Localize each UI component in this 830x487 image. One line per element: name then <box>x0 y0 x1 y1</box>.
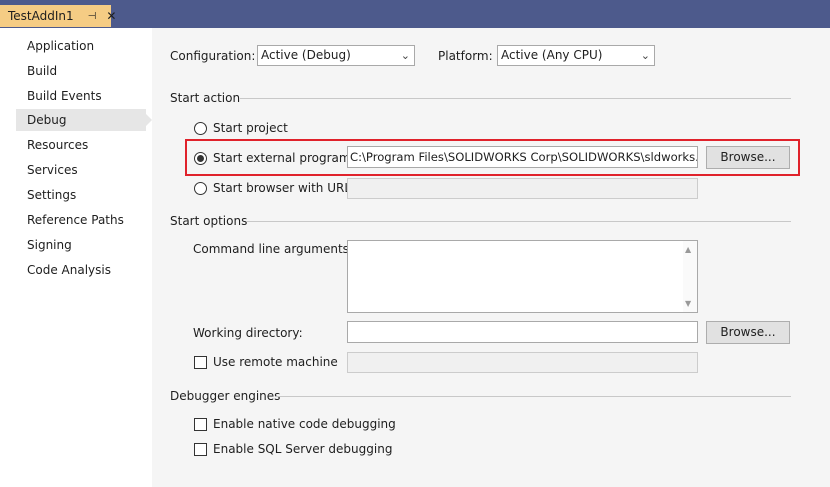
sidebar-item-signing[interactable]: Signing <box>16 234 146 256</box>
sidebar-item-label: Code Analysis <box>27 263 111 277</box>
sidebar-item-label: Services <box>27 163 78 177</box>
configuration-dropdown[interactable]: Active (Debug) ⌄ <box>257 45 415 66</box>
cmd-args-label: Command line arguments: <box>193 242 353 256</box>
sidebar-item-settings[interactable]: Settings <box>16 184 146 206</box>
start-project-radio[interactable] <box>194 122 207 135</box>
properties-sidebar: Application Build Build Events Debug Res… <box>0 28 152 487</box>
sidebar-item-label: Signing <box>27 238 72 252</box>
remote-machine-input[interactable] <box>347 352 698 373</box>
sidebar-item-resources[interactable]: Resources <box>16 134 146 156</box>
sql-debugging-label: Enable SQL Server debugging <box>213 442 393 456</box>
platform-value: Active (Any CPU) <box>501 48 603 62</box>
platform-dropdown[interactable]: Active (Any CPU) ⌄ <box>497 45 655 66</box>
native-debugging-checkbox[interactable] <box>194 418 207 431</box>
sidebar-item-services[interactable]: Services <box>16 159 146 181</box>
start-browser-label: Start browser with URL: <box>213 181 356 195</box>
section-divider <box>246 221 791 222</box>
sidebar-item-label: Build Events <box>27 89 102 103</box>
working-dir-input[interactable] <box>347 321 698 343</box>
sidebar-item-reference-paths[interactable]: Reference Paths <box>16 209 146 231</box>
platform-label: Platform: <box>438 49 493 63</box>
browse-working-dir-button[interactable]: Browse... <box>706 321 790 344</box>
browse-external-button[interactable]: Browse... <box>706 146 790 169</box>
remote-machine-label: Use remote machine <box>213 355 338 369</box>
sidebar-item-label: Build <box>27 64 58 78</box>
external-program-input[interactable]: C:\Program Files\SOLIDWORKS Corp\SOLIDWO… <box>347 146 698 168</box>
sidebar-item-code-analysis[interactable]: Code Analysis <box>16 259 146 281</box>
start-project-label: Start project <box>213 121 288 135</box>
cmd-args-textarea[interactable]: ▲ ▼ <box>347 240 698 313</box>
sidebar-item-application[interactable]: Application <box>16 35 146 57</box>
browser-url-input[interactable] <box>347 178 698 199</box>
close-icon[interactable]: ✕ <box>106 9 116 23</box>
sidebar-item-build[interactable]: Build <box>16 60 146 82</box>
document-tab[interactable]: TestAddIn1 ⊣ ✕ <box>0 5 116 27</box>
sidebar-item-debug[interactable]: Debug <box>16 109 152 131</box>
chevron-down-icon: ⌄ <box>640 49 650 62</box>
document-tab-title: TestAddIn1 <box>8 9 74 23</box>
working-dir-label: Working directory: <box>193 326 303 340</box>
cmd-args-scrollbar[interactable]: ▲ ▼ <box>683 241 697 312</box>
native-debugging-label: Enable native code debugging <box>213 417 396 431</box>
sidebar-item-label: Resources <box>27 138 89 152</box>
start-options-header: Start options <box>170 214 248 228</box>
start-action-header: Start action <box>170 91 241 105</box>
project-properties-page: Application Build Build Events Debug Res… <box>0 28 830 487</box>
configuration-label: Configuration: <box>170 49 256 63</box>
pin-icon[interactable]: ⊣ <box>88 11 97 22</box>
sidebar-item-label: Application <box>27 39 95 53</box>
document-tab-strip: TestAddIn1 ⊣ ✕ <box>0 0 830 28</box>
sidebar-item-label: Reference Paths <box>27 213 124 227</box>
configuration-value: Active (Debug) <box>261 48 351 62</box>
scroll-up-icon[interactable]: ▲ <box>685 245 691 254</box>
section-divider <box>240 98 791 99</box>
sidebar-item-build-events[interactable]: Build Events <box>16 85 146 107</box>
debugger-engines-header: Debugger engines <box>170 389 281 403</box>
start-browser-radio[interactable] <box>194 182 207 195</box>
start-external-radio[interactable] <box>194 152 207 165</box>
sidebar-item-label: Settings <box>27 188 77 202</box>
scroll-down-icon[interactable]: ▼ <box>685 299 691 308</box>
chevron-down-icon: ⌄ <box>400 49 410 62</box>
sql-debugging-checkbox[interactable] <box>194 443 207 456</box>
remote-machine-checkbox[interactable] <box>194 356 207 369</box>
start-external-label: Start external program: <box>213 151 355 165</box>
section-divider <box>276 396 791 397</box>
sidebar-item-label: Debug <box>27 113 67 127</box>
